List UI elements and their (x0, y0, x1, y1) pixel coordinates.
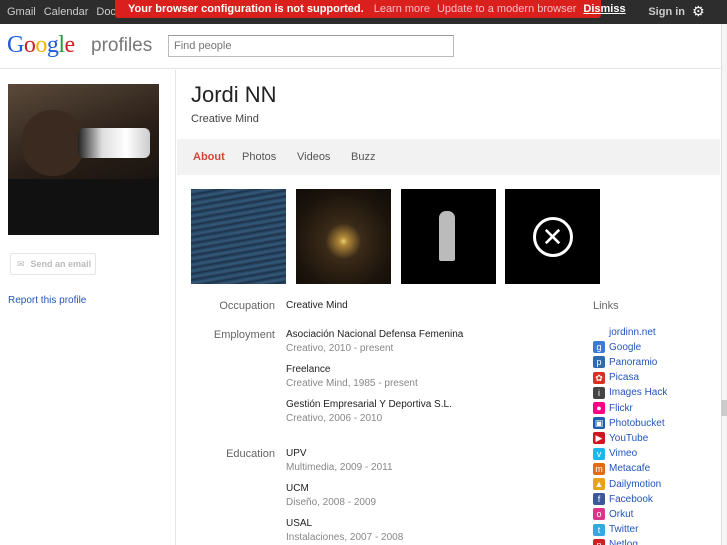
employment-label: Employment (213, 329, 275, 341)
link-item[interactable]: ▣ Photobucket (593, 416, 665, 430)
imageshack-icon: i (593, 386, 605, 399)
photobucket-icon: ▣ (593, 417, 605, 430)
link-label: Dailymotion (609, 478, 662, 490)
sign-in-link[interactable]: Sign in (648, 6, 685, 18)
nav-calendar[interactable]: Calendar (44, 6, 89, 18)
profile-tabs: About Photos Videos Buzz (177, 139, 720, 175)
photo-thumbnail[interactable]: ✕ (505, 189, 600, 284)
link-item[interactable]: ▲ Dailymotion (593, 477, 661, 491)
link-item[interactable]: jordinn.net (593, 325, 656, 339)
orkut-icon: o (593, 508, 605, 521)
metacafe-icon: m (593, 462, 605, 475)
link-label: Panoramio (609, 356, 658, 368)
occupation-value: Creative Mind (286, 300, 348, 311)
top-nav: Gmail Calendar Docu (7, 6, 122, 18)
warning-message: Your browser configuration is not suppor… (128, 3, 364, 15)
dailymotion-icon: ▲ (593, 478, 605, 490)
vimeo-icon: v (593, 447, 605, 460)
link-label: YouTube (609, 432, 649, 444)
link-label: Images Hack (609, 387, 668, 399)
link-label: Google (609, 341, 642, 353)
link-item[interactable]: v Vimeo (593, 447, 637, 461)
photo-thumbnail[interactable] (191, 189, 286, 284)
education-detail: Instalaciones, 2007 - 2008 (286, 532, 404, 543)
report-profile-link[interactable]: Report this profile (8, 295, 86, 306)
update-browser-link[interactable]: Update to a modern browser (437, 3, 576, 15)
google-logo[interactable]: Google (7, 32, 75, 59)
link-label: Flickr (609, 402, 633, 414)
left-column: ✉ Send an email Report this profile (0, 70, 176, 545)
link-item[interactable]: g Google (593, 340, 641, 354)
link-label: Facebook (609, 493, 653, 505)
tab-about[interactable]: About (193, 151, 225, 163)
gear-icon[interactable]: ⚙ (692, 3, 706, 19)
education-detail: Diseño, 2008 - 2009 (286, 497, 377, 508)
link-label: Orkut (609, 508, 634, 520)
facebook-icon: f (593, 493, 605, 506)
browser-warning-bar: Your browser configuration is not suppor… (115, 0, 626, 18)
netlog-icon: n (593, 538, 605, 545)
link-item[interactable]: n Netlog (593, 538, 638, 545)
close-circle-icon: ✕ (532, 216, 573, 257)
employment-detail: Creativo, 2010 - present (286, 343, 394, 354)
search-input[interactable] (168, 35, 454, 57)
employment-name: Freelance (286, 364, 331, 375)
employment-detail: Creative Mind, 1985 - present (286, 378, 418, 389)
links-heading: Links (593, 300, 619, 312)
photo-thumbnail[interactable] (401, 189, 496, 284)
link-label: Photobucket (609, 417, 665, 429)
picasa-icon: ✿ (593, 371, 605, 384)
tab-videos[interactable]: Videos (297, 151, 330, 163)
employment-detail: Creativo, 2006 - 2010 (286, 413, 383, 424)
link-item[interactable]: i Images Hack (593, 386, 667, 400)
link-label: Metacafe (609, 463, 651, 475)
link-label: Twitter (609, 524, 639, 536)
scrollbar[interactable] (721, 24, 727, 545)
link-label: Picasa (609, 372, 640, 384)
link-item[interactable]: o Orkut (593, 507, 633, 521)
header: Google profiles (0, 24, 727, 69)
dismiss-link[interactable]: Dismiss (583, 3, 625, 15)
tab-buzz[interactable]: Buzz (351, 151, 375, 163)
photo-thumbnail[interactable] (296, 189, 391, 284)
send-email-button[interactable]: ✉ Send an email (10, 253, 96, 275)
link-item[interactable]: ● Flickr (593, 401, 633, 415)
link-item[interactable]: f Facebook (593, 492, 653, 506)
education-name: UCM (286, 483, 309, 494)
profile-name: Jordi NN (191, 82, 277, 107)
panoramio-icon: p (593, 356, 605, 369)
scrollbar-thumb[interactable] (721, 400, 727, 416)
tab-photos[interactable]: Photos (242, 151, 276, 163)
profile-tagline: Creative Mind (191, 113, 259, 125)
link-label: Netlog (609, 539, 638, 545)
education-label: Education (226, 448, 275, 460)
nav-gmail[interactable]: Gmail (7, 6, 36, 18)
google-icon: g (593, 341, 605, 354)
twitter-icon: t (593, 523, 605, 536)
link-label: Vimeo (609, 448, 638, 460)
send-email-label: Send an email (30, 259, 92, 269)
flickr-icon: ● (593, 402, 605, 414)
mail-icon: ✉ (17, 258, 25, 269)
link-item[interactable]: t Twitter (593, 523, 638, 537)
profile-photo (8, 84, 159, 235)
occupation-label: Occupation (219, 300, 275, 312)
link-item[interactable]: ▶ YouTube (593, 431, 648, 445)
education-name: USAL (286, 518, 313, 529)
youtube-icon: ▶ (593, 432, 605, 445)
education-name: UPV (286, 448, 307, 459)
learn-more-link[interactable]: Learn more (374, 3, 430, 15)
link-item[interactable]: p Panoramio (593, 355, 657, 369)
employment-name: Asociación Nacional Defensa Femenina (286, 329, 464, 340)
link-label: jordinn.net (609, 326, 656, 338)
education-detail: Multimedia, 2009 - 2011 (286, 462, 393, 473)
employment-name: Gestión Empresarial Y Deportiva S.L. (286, 399, 452, 410)
product-name: profiles (91, 35, 153, 56)
link-item[interactable]: m Metacafe (593, 462, 650, 476)
link-item[interactable]: ✿ Picasa (593, 371, 639, 385)
